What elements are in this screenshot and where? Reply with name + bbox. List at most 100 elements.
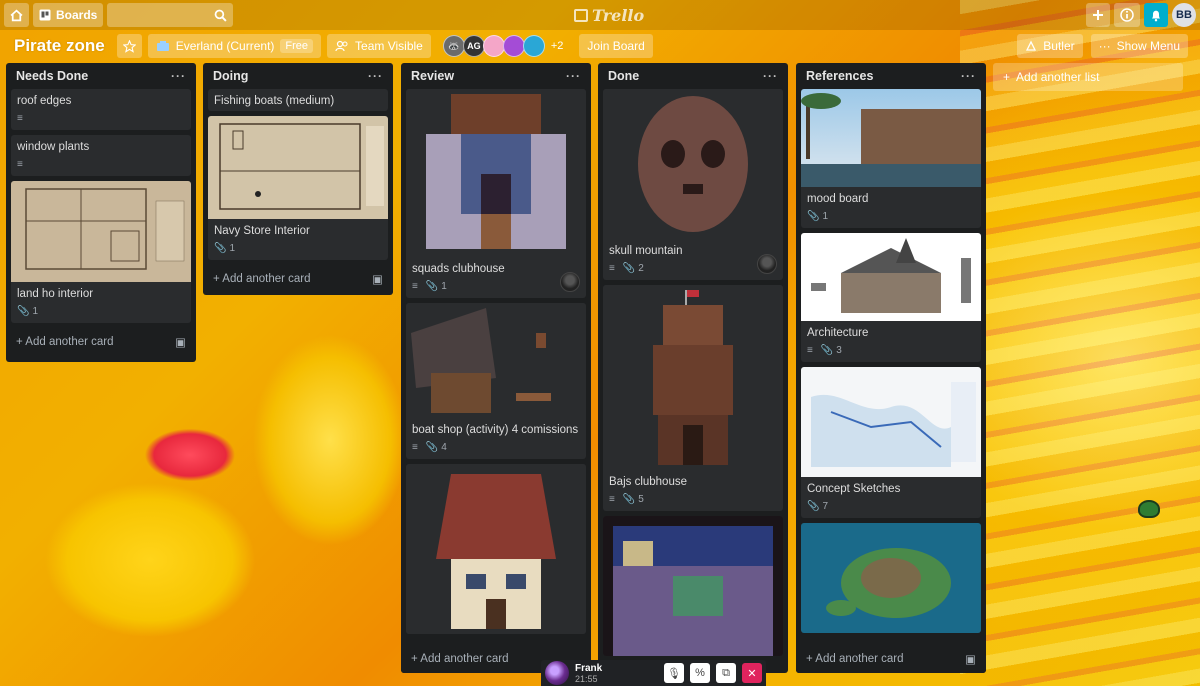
attachment-badge: 📎 3: [821, 345, 842, 356]
bell-icon: [1152, 10, 1160, 21]
card-title: Architecture: [807, 327, 869, 339]
plus-icon: +: [16, 336, 26, 348]
attachment-icon: 📎: [807, 501, 820, 512]
card[interactable]: window plants ≡: [11, 135, 191, 176]
list-menu-icon[interactable]: ···: [763, 69, 778, 83]
card[interactable]: boat shop (activity) 4 comissions ≡ 📎 4: [406, 303, 586, 459]
info-button[interactable]: [1114, 3, 1140, 27]
create-button[interactable]: [1086, 3, 1110, 27]
microphone-icon: 🎙: [667, 667, 681, 680]
join-board-button[interactable]: Join Board: [579, 34, 653, 58]
card[interactable]: mood board 📎 1: [801, 89, 981, 228]
notifications-button[interactable]: [1144, 3, 1168, 27]
card-badges: ≡ 📎 4: [406, 440, 586, 459]
attachment-icon: 📎: [425, 281, 439, 292]
card[interactable]: land ho interior 📎 1: [11, 181, 191, 323]
card-cover-boat-shop: [406, 303, 586, 418]
workspace-button[interactable]: Everland (Current) Free: [147, 34, 322, 58]
butler-button[interactable]: Butler: [1017, 34, 1083, 58]
attachment-badge: 📎 1: [807, 211, 828, 222]
template-icon[interactable]: ▣: [175, 335, 186, 349]
list-menu-icon[interactable]: ···: [368, 69, 383, 83]
workspace-name: Everland (Current): [175, 39, 275, 53]
card[interactable]: [603, 516, 783, 656]
card-member-avatar[interactable]: [560, 272, 580, 292]
list-header[interactable]: Review ···: [401, 63, 591, 89]
add-card-label: Add another card: [25, 336, 114, 348]
card[interactable]: skull mountain ≡ 📎 2: [603, 89, 783, 280]
board-title[interactable]: Pirate zone: [8, 36, 111, 56]
card[interactable]: roof edges ≡: [11, 89, 191, 130]
card-title: mood board: [807, 193, 869, 205]
template-icon[interactable]: ▣: [372, 272, 383, 286]
show-menu-button[interactable]: ··· Show Menu: [1090, 34, 1188, 58]
attachment-icon: 📎: [17, 306, 30, 317]
home-button[interactable]: [4, 3, 29, 27]
boards-button[interactable]: Boards: [33, 3, 104, 27]
add-list-button[interactable]: + Add another list: [993, 63, 1183, 91]
card-cover-skull-mountain: [603, 89, 783, 239]
card[interactable]: Navy Store Interior 📎 1: [208, 116, 388, 260]
list-header[interactable]: Done ···: [598, 63, 788, 89]
background-ducks: [960, 0, 1200, 686]
list-title[interactable]: Needs Done: [16, 69, 88, 83]
add-card-button[interactable]: + Add another card ▣: [6, 328, 196, 356]
card[interactable]: Architecture ≡ 📎 3: [801, 233, 981, 362]
trello-logo[interactable]: Trello: [574, 6, 644, 25]
attachment-count: 1: [32, 306, 39, 317]
mute-button[interactable]: %: [690, 663, 710, 683]
member-avatar-purple[interactable]: [502, 35, 525, 57]
member-avatar-pink[interactable]: [482, 35, 505, 57]
card[interactable]: [406, 464, 586, 634]
list-header[interactable]: References ···: [796, 63, 986, 89]
card-title: Fishing boats (medium): [214, 95, 335, 107]
card[interactable]: Bajs clubhouse ≡ 📎 5: [603, 285, 783, 511]
plus-icon: [1093, 10, 1103, 20]
card[interactable]: squads clubhouse ≡ 📎 1: [406, 89, 586, 298]
member-avatar-initials[interactable]: AG: [462, 35, 485, 57]
member-avatar-blue[interactable]: [522, 35, 545, 57]
more-members-count[interactable]: +2: [551, 40, 564, 52]
list-header[interactable]: Doing ···: [203, 63, 393, 89]
add-list-label: Add another list: [1016, 70, 1100, 84]
screen-share-button[interactable]: ⧉: [716, 663, 736, 683]
list-menu-icon[interactable]: ···: [961, 69, 976, 83]
share-icon: ⧉: [722, 666, 730, 679]
add-card-button[interactable]: + Add another card ▣: [796, 645, 986, 673]
attachment-icon: 📎: [622, 494, 636, 505]
star-button[interactable]: [116, 34, 142, 58]
card[interactable]: Fishing boats (medium): [208, 89, 388, 111]
end-call-button[interactable]: ✕: [742, 663, 762, 683]
mic-button[interactable]: 🎙: [664, 663, 684, 683]
member-avatar-raccoon[interactable]: 🦝: [442, 35, 465, 57]
attachment-count: 4: [441, 442, 447, 453]
list-header[interactable]: Needs Done ···: [6, 63, 196, 89]
add-card-label: Add another card: [815, 653, 904, 665]
list-menu-icon[interactable]: ···: [566, 69, 581, 83]
card[interactable]: [801, 523, 981, 633]
menu-dots-icon: ···: [1098, 39, 1111, 53]
list-title[interactable]: Doing: [213, 69, 248, 83]
visibility-button[interactable]: Team Visible: [327, 34, 431, 58]
card[interactable]: Concept Sketches 📎 7: [801, 367, 981, 518]
card-title: Navy Store Interior: [214, 225, 310, 237]
list-menu-icon[interactable]: ···: [171, 69, 186, 83]
call-time: 21:55: [575, 673, 598, 684]
list-title[interactable]: Done: [608, 69, 639, 83]
card-member-avatar[interactable]: [757, 254, 777, 274]
floating-mascot-icon[interactable]: [1138, 500, 1160, 518]
topbar-actions: BB: [1086, 3, 1196, 27]
list-title[interactable]: References: [806, 69, 873, 83]
user-avatar[interactable]: BB: [1172, 3, 1196, 27]
search-input[interactable]: [107, 3, 234, 27]
template-icon[interactable]: ▣: [965, 652, 976, 666]
description-icon: ≡: [609, 494, 615, 505]
board-members: 🦝 AG +2: [442, 35, 564, 57]
add-card-button[interactable]: + Add another card ▣: [203, 265, 393, 293]
header-right: Butler ··· Show Menu: [1017, 34, 1188, 58]
card-cover-island: [801, 523, 981, 633]
attachment-count: 2: [638, 263, 644, 274]
list-title[interactable]: Review: [411, 69, 454, 83]
attachment-count: 1: [822, 211, 829, 222]
card-title: Concept Sketches: [807, 483, 901, 495]
